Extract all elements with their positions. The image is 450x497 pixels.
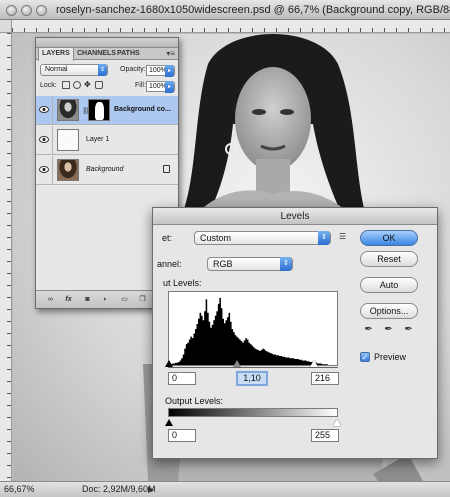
input-white-field[interactable]: 216 [311,372,339,385]
preset-label: et: [162,233,173,243]
fill-dropdown-button[interactable]: ▸ [165,81,175,93]
reset-button[interactable]: Reset [360,251,418,267]
input-black-field[interactable]: 0 [168,372,196,385]
input-slider-track[interactable] [168,367,338,368]
layer-row-background[interactable]: Background [36,156,178,185]
visibility-toggle[interactable] [36,156,53,185]
lock-transparency-icon[interactable] [62,81,70,89]
output-white-slider[interactable] [333,419,341,426]
minimize-window-icon[interactable] [21,5,32,16]
output-levels-label: Output Levels: [165,396,224,406]
white-eyedropper-icon[interactable]: ✒ [404,323,413,336]
preview-label: Preview [374,352,407,362]
preset-value: Custom [200,233,232,243]
lock-all-icon[interactable] [95,81,103,89]
input-levels-label: ut Levels: [163,278,202,288]
output-black-slider[interactable] [165,419,173,426]
black-point-slider[interactable] [165,360,173,367]
channel-select[interactable]: RGB ⇕ [207,257,293,271]
adjustment-icon[interactable]: ◐ [101,295,110,304]
blend-row: Normal ⇕ Opacity: 100% ▸ [36,62,178,78]
eye-icon [39,166,49,173]
lock-label: Lock: [40,82,57,89]
opacity-label: Opacity: [120,66,146,73]
layer-thumbnail[interactable] [57,99,79,121]
lock-position-icon[interactable]: ✥ [84,81,92,89]
blend-mode-select[interactable]: Normal ⇕ [40,64,108,76]
dialog-title: Levels [153,208,437,225]
document-title: roselyn-sanchez-1680x1050widescreen.psd … [56,4,450,16]
midtone-slider[interactable] [233,360,241,367]
layer-name: Background [86,166,124,173]
visibility-toggle[interactable] [36,96,53,125]
opacity-dropdown-button[interactable]: ▸ [165,65,175,77]
panel-menu-icon[interactable]: ▾≡ [166,48,175,60]
zoom-window-icon[interactable] [36,5,47,16]
chevron-down-icon: ⇕ [318,231,330,245]
chevron-right-icon: ▸ [165,81,174,93]
auto-button[interactable]: Auto [360,277,418,293]
panel-drag-bar[interactable] [36,38,178,48]
channel-value: RGB [213,259,233,269]
eye-icon [39,136,49,143]
output-gradient [168,408,338,417]
preset-select[interactable]: Custom ⇕ [194,231,331,245]
fill-field[interactable]: 100% [146,81,167,92]
lock-icon [163,165,170,173]
close-window-icon[interactable] [6,5,17,16]
histogram [168,291,338,366]
lock-row: Lock: ✥ Fill: 100% ▸ [36,79,178,95]
vertical-ruler[interactable] [0,33,12,481]
chevron-down-icon: ⇕ [98,64,107,76]
tab-channels[interactable]: CHANNELS [74,48,119,60]
ok-button[interactable]: OK [360,230,418,246]
tab-layers[interactable]: LAYERS [38,48,74,61]
layer-row-layer-1[interactable]: Layer 1 [36,126,178,155]
document-size: Doc: 2,92M/9,60M [82,484,156,494]
lock-pixels-icon[interactable] [73,81,81,89]
channel-label: annel: [157,259,182,269]
levels-dialog: Levels et: Custom ⇕ ☰ annel: RGB ⇕ ut Le… [152,207,438,459]
group-icon[interactable]: ▭ [120,295,129,304]
gray-eyedropper-icon[interactable]: ✒ [384,323,393,336]
layer-mask-thumbnail[interactable] [88,99,110,121]
horizontal-ruler[interactable] [12,20,450,33]
panel-tabs: LAYERS CHANNELS PATHS ▾≡ [36,48,178,61]
layer-name: Background co... [114,106,171,113]
chevron-right-icon: ▸ [165,65,174,77]
status-bar: 66,67% Doc: 2,92M/9,60M ▶ [0,481,450,497]
chevron-down-icon: ⇕ [280,257,292,271]
document-titlebar: roselyn-sanchez-1680x1050widescreen.psd … [0,0,450,20]
eye-icon [39,106,49,113]
fill-label: Fill: [135,82,146,89]
fx-icon[interactable]: fx [64,295,73,304]
visibility-toggle[interactable] [36,126,53,155]
layer-row-background-copy[interactable]: ⛓ Background co... [36,96,178,125]
zoom-level[interactable]: 66,67% [4,484,35,494]
preview-checkbox[interactable]: ✓ [360,352,370,362]
layer-thumbnail[interactable] [57,159,79,181]
black-eyedropper-icon[interactable]: ✒ [364,323,373,336]
options-button[interactable]: Options... [360,303,418,319]
blend-mode-value: Normal [45,66,68,73]
status-menu-arrow-icon[interactable]: ▶ [148,485,154,494]
input-gamma-field[interactable]: 1,10 [236,371,268,386]
preset-options-icon[interactable]: ☰ [339,232,349,242]
new-layer-icon[interactable]: ❐ [138,295,147,304]
ruler-origin[interactable] [0,20,12,33]
output-white-field[interactable]: 255 [311,429,339,442]
histogram-bars [169,297,337,365]
white-point-slider[interactable] [310,360,318,367]
opacity-field[interactable]: 100% [146,65,167,76]
tab-paths[interactable]: PATHS [114,48,143,60]
output-black-field[interactable]: 0 [168,429,196,442]
lock-icons: ✥ [62,81,103,91]
mask-icon[interactable]: ◙ [83,295,92,304]
layer-name: Layer 1 [86,136,110,143]
layer-thumbnail[interactable] [57,129,79,151]
link-icon[interactable]: ∞ [46,295,55,304]
